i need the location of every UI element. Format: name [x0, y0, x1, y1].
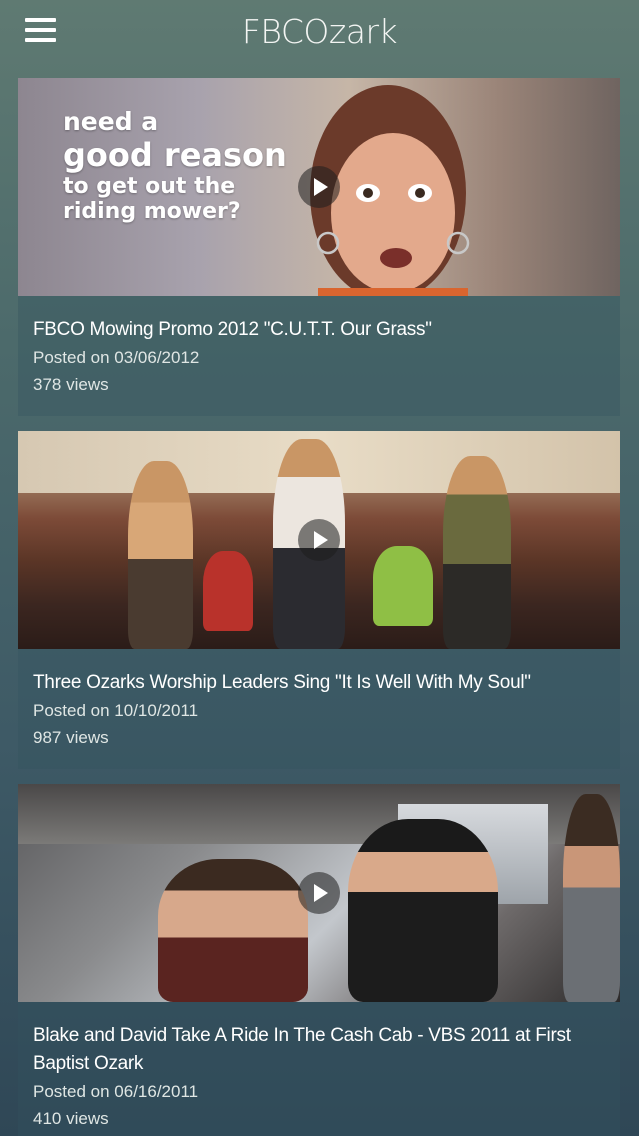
play-icon[interactable] [298, 872, 340, 914]
video-thumbnail[interactable] [18, 784, 620, 1002]
passenger-blake [158, 859, 308, 1002]
video-thumbnail[interactable]: need a good reason to get out the riding… [18, 78, 620, 296]
video-info: Blake and David Take A Ride In The Cash … [18, 1002, 620, 1136]
video-views: 987 views [33, 728, 109, 747]
choir-member [203, 551, 253, 631]
video-posted-date: Posted on 10/10/2011 [33, 701, 199, 720]
singer-right [443, 456, 511, 649]
singer-left [128, 461, 193, 649]
play-icon[interactable] [298, 166, 340, 208]
app-title: FBCOzark [241, 12, 398, 51]
video-title[interactable]: Blake and David Take A Ride In The Cash … [33, 1022, 605, 1078]
video-views: 410 views [33, 1109, 109, 1128]
choir-member [373, 546, 433, 626]
video-title[interactable]: FBCO Mowing Promo 2012 "C.U.T.T. Our Gra… [33, 316, 605, 344]
video-card: Blake and David Take A Ride In The Cash … [18, 784, 620, 1136]
video-posted-date: Posted on 03/06/2012 [33, 348, 200, 367]
video-info: Three Ozarks Worship Leaders Sing "It Is… [18, 649, 620, 769]
video-card: Three Ozarks Worship Leaders Sing "It Is… [18, 431, 620, 769]
video-views: 378 views [33, 375, 109, 394]
thumbnail-caption: need a good reason to get out the riding… [63, 107, 287, 224]
video-thumbnail[interactable] [18, 431, 620, 649]
video-card: need a good reason to get out the riding… [18, 78, 620, 416]
driver-david [348, 819, 498, 1002]
passenger-right [563, 794, 620, 1002]
top-bar: FBCOzark [0, 0, 639, 66]
video-info: FBCO Mowing Promo 2012 "C.U.T.T. Our Gra… [18, 296, 620, 416]
play-icon[interactable] [298, 519, 340, 561]
video-posted-date: Posted on 06/16/2011 [33, 1082, 199, 1101]
video-title[interactable]: Three Ozarks Worship Leaders Sing "It Is… [33, 669, 605, 697]
